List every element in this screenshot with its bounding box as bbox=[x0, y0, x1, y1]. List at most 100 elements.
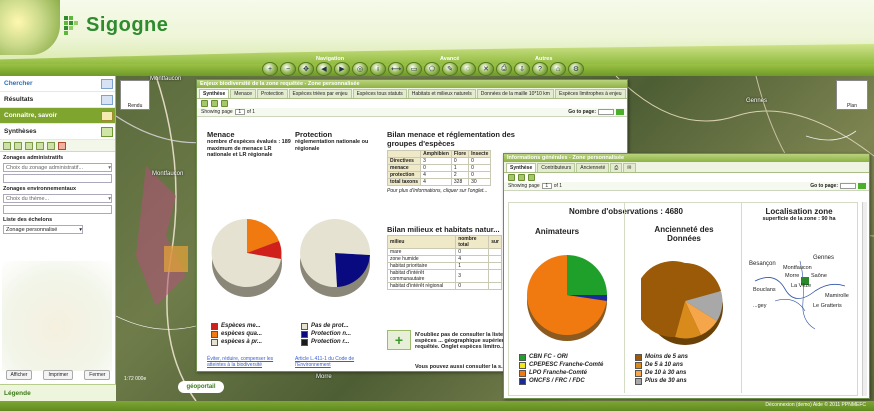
measure-icon[interactable]: ⟷ bbox=[388, 62, 404, 76]
help-icon[interactable]: ? bbox=[532, 62, 548, 76]
settings-icon[interactable]: ⚙ bbox=[568, 62, 584, 76]
legend-swatch bbox=[635, 361, 642, 369]
legend-toggle[interactable]: Légende bbox=[0, 384, 116, 401]
close-icon[interactable] bbox=[58, 141, 66, 150]
legend-swatch bbox=[519, 361, 526, 369]
pager-of: of bbox=[246, 109, 251, 115]
print-icon[interactable] bbox=[221, 100, 228, 107]
zones-env-input[interactable] bbox=[3, 205, 112, 214]
menace-link[interactable]: Éviter, réduire, compenser les atteintes… bbox=[207, 356, 289, 368]
afficher-button[interactable]: Afficher bbox=[5, 370, 33, 380]
scrollbar[interactable] bbox=[862, 202, 867, 396]
info-icon[interactable]: i bbox=[370, 62, 386, 76]
tab-contributeurs[interactable]: Contributeurs bbox=[537, 163, 576, 172]
table-cell: 0 bbox=[455, 248, 490, 256]
previous-view-icon[interactable]: ◀ bbox=[316, 62, 332, 76]
fermer-button[interactable]: Fermer bbox=[84, 370, 111, 380]
tab-maille[interactable]: Données de la maille 10*10 km bbox=[476, 89, 554, 98]
menu-chercher[interactable]: Chercher bbox=[0, 76, 115, 92]
legend-swatch bbox=[519, 369, 526, 377]
go-button[interactable] bbox=[616, 109, 624, 115]
loc-town: Besançon bbox=[749, 261, 776, 267]
pager-input[interactable]: 1 bbox=[541, 183, 552, 189]
legend-swatch bbox=[301, 322, 308, 330]
tab-comment[interactable]: ✉ bbox=[623, 163, 636, 172]
polygon-icon[interactable]: ⬠ bbox=[424, 62, 440, 76]
plan-switch[interactable]: Plan bbox=[836, 80, 868, 110]
table-icon bbox=[101, 94, 113, 105]
legend-item: espèces qua... bbox=[211, 330, 262, 338]
tab-anciennete[interactable]: Ancienneté bbox=[576, 163, 610, 172]
legend-swatch bbox=[519, 353, 526, 361]
imprimer-button[interactable]: Imprimer bbox=[43, 370, 74, 380]
legend-label: CPEPESC Franche-Comté bbox=[529, 362, 604, 368]
grid-icon[interactable] bbox=[14, 141, 22, 150]
observations-count: Nombre d'observations : 4680 bbox=[569, 207, 683, 216]
legend-label: Pas de prot... bbox=[311, 323, 349, 329]
tab-especes-statuts[interactable]: Espèces tous statuts bbox=[352, 89, 407, 98]
tab-synthese[interactable]: Synthèse bbox=[199, 89, 230, 98]
full-extent-icon[interactable]: ◎ bbox=[352, 62, 368, 76]
zones-env-select[interactable]: Choix du thème... ▾ bbox=[3, 194, 112, 203]
echelons-select[interactable]: Zonage personnalisé ▾ bbox=[3, 225, 83, 234]
print-icon[interactable] bbox=[528, 174, 535, 181]
legend-item: Protection r... bbox=[301, 338, 351, 346]
tab-limitrophes[interactable]: Espèces limitrophes à enjeu bbox=[554, 89, 626, 98]
tab-print[interactable]: ⎙ bbox=[610, 163, 623, 172]
protection-link[interactable]: Article L.411-1 du Code de l'Environneme… bbox=[295, 356, 375, 368]
menu-syntheses[interactable]: Synthèses bbox=[0, 124, 115, 140]
left-panel: Chercher Résultats Connaître, savoir Syn… bbox=[0, 76, 116, 401]
group-title: Zonages environnementaux bbox=[3, 186, 77, 192]
export-icon[interactable] bbox=[508, 174, 515, 181]
tab-protection[interactable]: Protection bbox=[257, 89, 288, 98]
table-row: habitat d'intérêt régional 0 bbox=[386, 282, 502, 290]
pager-input[interactable]: 1 bbox=[234, 109, 245, 115]
layers-icon[interactable] bbox=[36, 141, 44, 150]
list-icon[interactable] bbox=[25, 141, 33, 150]
refresh-icon[interactable] bbox=[47, 141, 55, 150]
table-cell bbox=[488, 282, 502, 290]
erase-icon[interactable]: ✕ bbox=[478, 62, 494, 76]
edit-icon[interactable] bbox=[3, 141, 11, 150]
zones-admin-select[interactable]: Choix du zonage administratif... ▾ bbox=[3, 163, 112, 172]
legend-item: Pas de prot... bbox=[301, 322, 351, 330]
legend-label: De 10 à 30 ans bbox=[645, 370, 687, 376]
pan-icon[interactable]: ✥ bbox=[298, 62, 314, 76]
zoom-in-icon[interactable]: + bbox=[262, 62, 278, 76]
tab-habitats[interactable]: Habitats et milieux naturels bbox=[407, 89, 476, 98]
next-view-icon[interactable]: ▶ bbox=[334, 62, 350, 76]
zones-admin-input[interactable] bbox=[3, 174, 112, 183]
print-icon[interactable]: ⎙ bbox=[496, 62, 512, 76]
tab-menace[interactable]: Menace bbox=[230, 89, 257, 98]
excel-icon[interactable] bbox=[518, 174, 525, 181]
table-cell: zone humide bbox=[386, 255, 457, 263]
bilan-milieux-title: Bilan milieux et habitats natur... bbox=[387, 225, 500, 234]
goto-input[interactable] bbox=[840, 183, 856, 189]
legend-label: Espèces me... bbox=[221, 323, 261, 329]
tab-synthese[interactable]: Synthèse bbox=[506, 163, 537, 172]
legend-label: CBN FC - ORI bbox=[529, 354, 568, 360]
menu-connaitre[interactable]: Connaître, savoir bbox=[0, 108, 115, 124]
table-row: protection 4 2 0 bbox=[386, 171, 492, 179]
select-icon[interactable]: ▭ bbox=[406, 62, 422, 76]
bilan-groupes-title: Bilan menace et réglementation des group… bbox=[387, 130, 515, 148]
draw-icon[interactable]: ✎ bbox=[442, 62, 458, 76]
export-icon[interactable]: ⇩ bbox=[514, 62, 530, 76]
buffer-icon[interactable]: ◌ bbox=[460, 62, 476, 76]
home-icon[interactable]: ⌂ bbox=[550, 62, 566, 76]
table-cell: habitat prioritaire bbox=[386, 262, 457, 270]
zoom-out-icon[interactable]: − bbox=[280, 62, 296, 76]
excel-icon[interactable] bbox=[211, 100, 218, 107]
menu-resultats[interactable]: Résultats bbox=[0, 92, 115, 108]
window-tools bbox=[504, 173, 869, 182]
tab-especes-enjeu[interactable]: Espèces triées par enjeu bbox=[288, 89, 352, 98]
go-button[interactable] bbox=[858, 183, 866, 189]
goto-input[interactable] bbox=[598, 109, 614, 115]
synthese-panel: Nombre d'observations : 4680 Animateurs … bbox=[508, 202, 858, 396]
legend-label: Moins de 5 ans bbox=[645, 354, 689, 360]
rendu-switch[interactable]: Rendu bbox=[120, 80, 150, 110]
chart-icon bbox=[101, 126, 113, 137]
goto-page: Go to page: bbox=[810, 183, 866, 189]
export-icon[interactable] bbox=[201, 100, 208, 107]
legend-item: LPO Franche-Comté bbox=[519, 369, 603, 377]
